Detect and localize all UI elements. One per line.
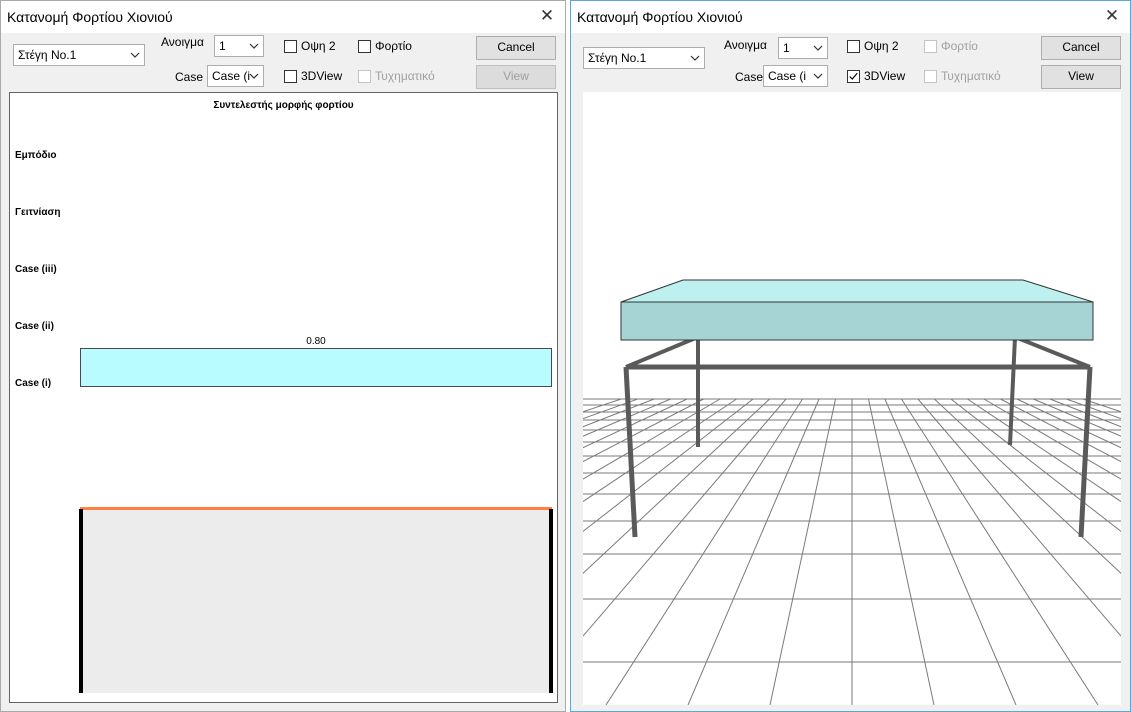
cancel-button[interactable]: Cancel <box>476 36 556 60</box>
floor-grid-line <box>583 398 655 428</box>
random-label: Τυχηματικό <box>375 69 435 83</box>
chevron-down-icon <box>249 43 259 49</box>
left-window: Κατανομή Φορτίου Χιονιού ✕ Στέγη No.1 Αν… <box>0 0 566 712</box>
random-checkbox[interactable]: Τυχηματικό <box>924 69 1001 83</box>
checkbox-box <box>358 69 371 83</box>
view2-label: Οψη 2 <box>864 39 899 53</box>
view2-checkbox[interactable]: Οψη 2 <box>847 39 899 53</box>
floor-grid-line <box>605 398 803 705</box>
floor-grid-line <box>583 398 671 437</box>
title-bar[interactable]: Κατανομή Φορτίου Χιονιού ✕ <box>1 1 565 33</box>
checkbox-box <box>284 69 297 83</box>
coefficient-value: 0.80 <box>306 336 326 347</box>
case-select[interactable]: Case (i <box>207 65 264 87</box>
chevron-down-icon <box>249 73 259 79</box>
chevron-down-icon <box>813 45 823 51</box>
roof-select[interactable]: Στέγη No.1 <box>13 44 145 66</box>
right-window: Κατανομή Φορτίου Χιονιού ✕ Στέγη No.1 Αν… <box>570 0 1131 712</box>
frame-leg <box>1008 336 1017 446</box>
roof-line <box>80 507 552 510</box>
roof-slab-top <box>620 279 1094 303</box>
3d-view-canvas[interactable] <box>583 92 1121 705</box>
building-elevation <box>80 509 552 693</box>
window-title: Κατανομή Φορτίου Χιονιού <box>577 9 743 25</box>
roof-select-value: Στέγη No.1 <box>588 51 647 65</box>
frame-leg <box>1078 366 1093 538</box>
checkbox-box <box>358 39 371 53</box>
frame-leg <box>623 366 638 538</box>
floor-grid-line <box>1033 398 1121 437</box>
view2-label: Οψη 2 <box>301 39 336 53</box>
chevron-down-icon <box>813 73 823 79</box>
load-checkbox[interactable]: Φορτίο <box>924 39 978 53</box>
title-bar[interactable]: Κατανομή Φορτίου Χιονιού ✕ <box>571 1 1130 33</box>
view2-checkbox[interactable]: Οψη 2 <box>284 39 336 53</box>
row-label-case-i: Case (i) <box>15 378 52 389</box>
floor-grid-line <box>583 398 787 637</box>
floor-grid-line <box>687 398 820 705</box>
chevron-down-icon <box>130 52 140 58</box>
view3d-checkbox[interactable]: 3DView <box>847 69 905 83</box>
checkbox-box <box>847 39 860 53</box>
window-title: Κατανομή Φορτίου Χιονιού <box>7 9 173 25</box>
case-select-value: Case (i <box>768 69 807 83</box>
left-wall <box>79 509 83 693</box>
checkbox-box <box>924 69 937 83</box>
load-label: Φορτίο <box>941 39 978 53</box>
span-select[interactable]: 1 <box>214 35 264 57</box>
3d-scene <box>583 279 1121 705</box>
random-label: Τυχηματικό <box>941 69 1001 83</box>
load-checkbox[interactable]: Φορτίο <box>358 39 412 53</box>
row-label-case-iii: Case (iii) <box>15 264 57 275</box>
load-distribution-bar <box>80 348 552 387</box>
row-label-obstacle: Εμπόδιο <box>15 150 57 161</box>
row-label-adjacency: Γειτνίαση <box>15 207 61 218</box>
right-wall <box>549 509 553 693</box>
floor-grid-line <box>934 398 1121 574</box>
checkbox-box <box>924 39 937 53</box>
checkbox-box <box>847 69 860 83</box>
cancel-button[interactable]: Cancel <box>1041 36 1121 60</box>
floor-grid-line <box>1000 398 1121 463</box>
close-icon[interactable]: ✕ <box>535 4 559 28</box>
load-label: Φορτίο <box>375 39 412 53</box>
close-icon[interactable]: ✕ <box>1100 4 1124 28</box>
case-select[interactable]: Case (i <box>763 65 828 87</box>
floor-grid-line <box>917 398 1121 637</box>
view3d-checkbox[interactable]: 3DView <box>284 69 342 83</box>
case-label: Case <box>735 70 764 84</box>
floor-grid-line <box>583 398 704 463</box>
span-label: Ανοιγμα <box>724 38 767 52</box>
chevron-down-icon <box>690 55 700 61</box>
span-select[interactable]: 1 <box>778 37 828 59</box>
case-select-value: Case (i <box>212 69 251 83</box>
frame-beam <box>1014 335 1091 369</box>
span-select-value: 1 <box>783 41 790 55</box>
random-checkbox[interactable]: Τυχηματικό <box>358 69 435 83</box>
roof-select-value: Στέγη No.1 <box>18 48 77 62</box>
floor-grid-line <box>769 398 837 705</box>
view3d-label: 3DView <box>864 69 906 83</box>
diagram-title: Συντελεστής μορφής φορτίου <box>213 100 354 111</box>
view-button[interactable]: View <box>476 65 556 89</box>
floor-grid-line <box>867 398 935 705</box>
frame-beam <box>625 335 699 369</box>
roof-slab-front <box>620 301 1094 341</box>
floor-grid-line <box>583 398 770 574</box>
roof-select[interactable]: Στέγη No.1 <box>583 47 705 69</box>
floor-grid-line <box>983 398 1121 480</box>
floor-grid-line <box>901 398 1099 705</box>
floor-grid-line <box>1066 398 1121 420</box>
view3d-label: 3DView <box>301 69 343 83</box>
view-button[interactable]: View <box>1041 65 1121 89</box>
case-label: Case <box>175 70 204 84</box>
span-label: Ανοιγμα <box>161 35 204 49</box>
load-diagram: Συντελεστής μορφής φορτίου Εμπόδιο Γειτν… <box>9 92 558 703</box>
checkmark-icon <box>849 72 858 80</box>
floor-grid-line <box>884 398 1017 705</box>
row-label-case-ii: Case (ii) <box>15 321 54 332</box>
span-select-value: 1 <box>219 39 226 53</box>
checkbox-box <box>284 39 297 53</box>
